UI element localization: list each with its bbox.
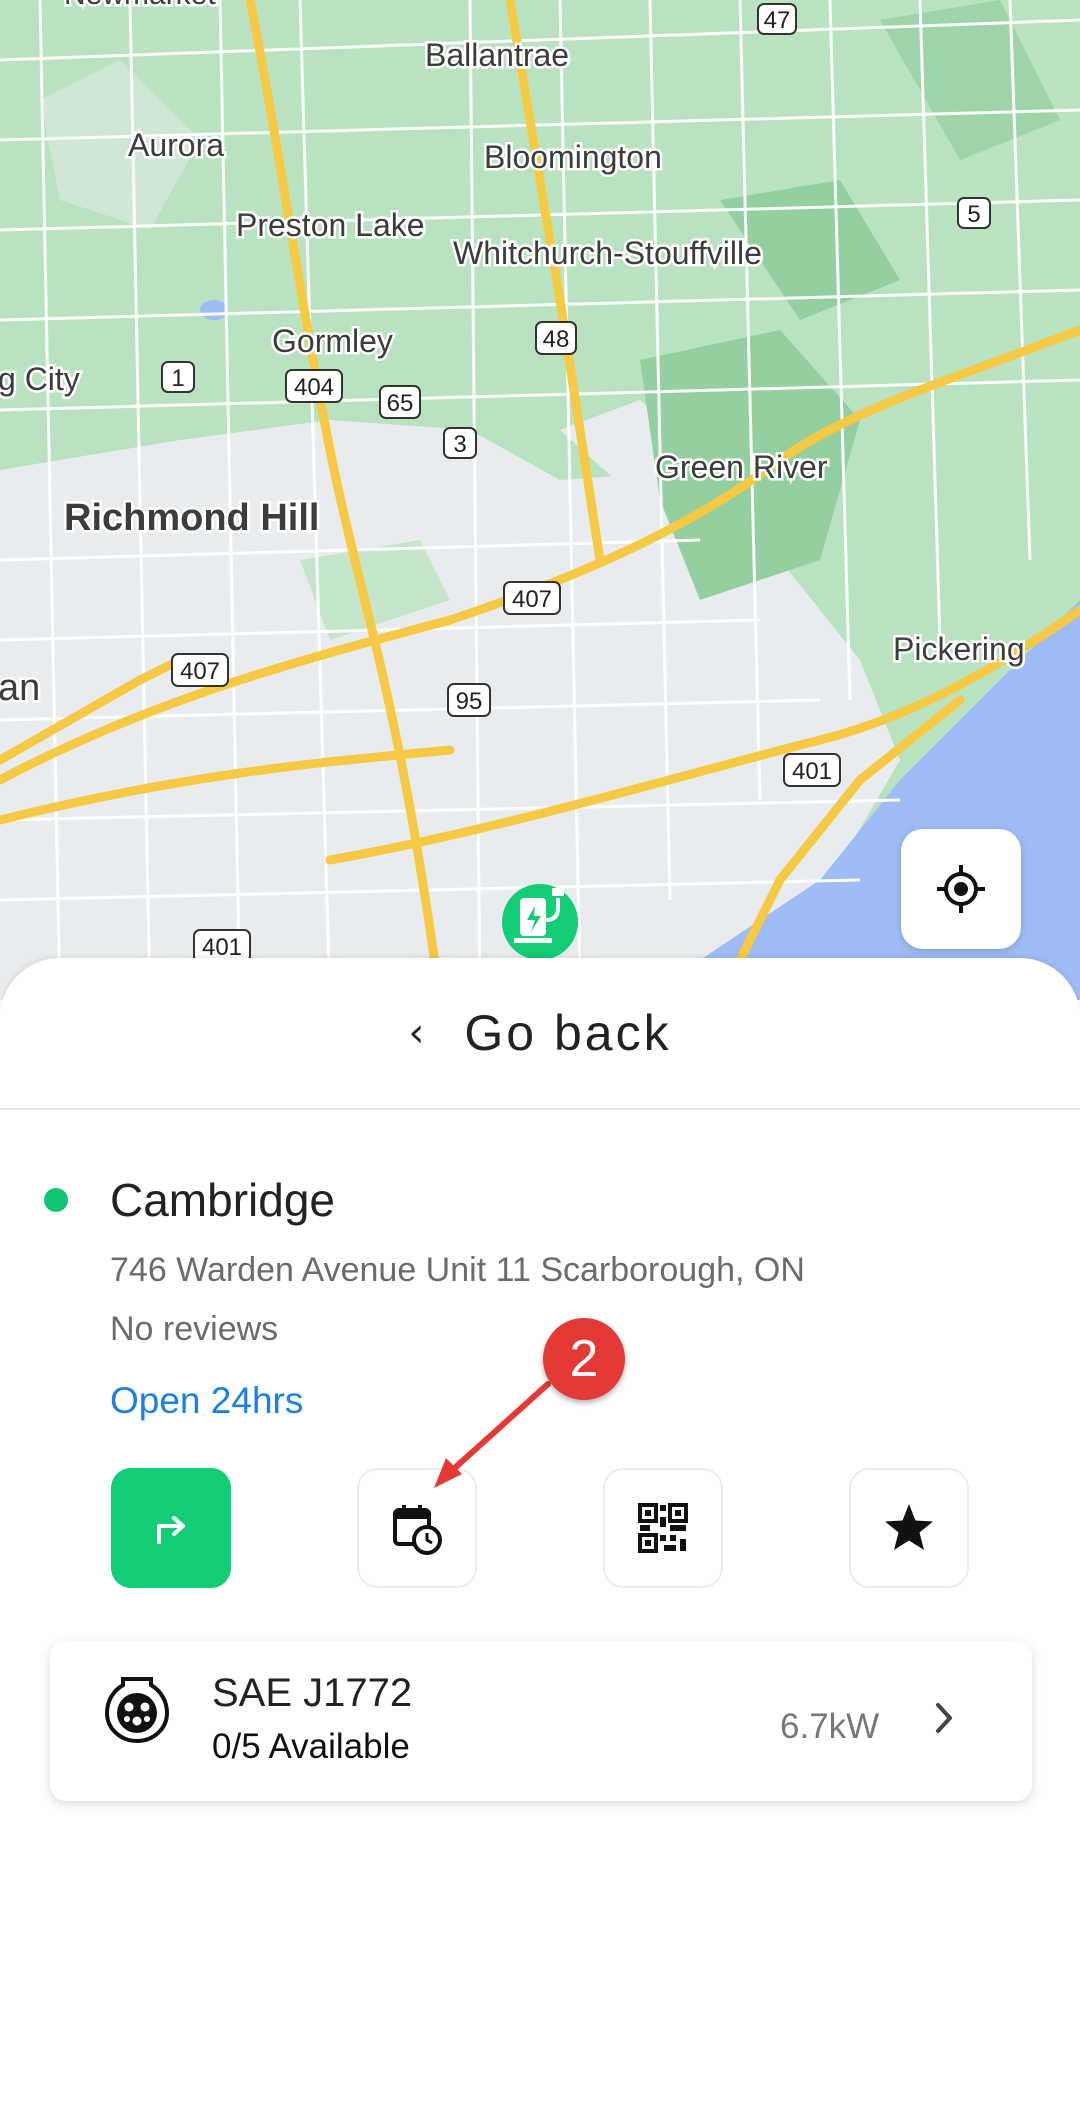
route-shield: 401 bbox=[783, 753, 841, 787]
place-label: Bloomington bbox=[484, 139, 662, 175]
crosshair-icon bbox=[937, 865, 985, 913]
station-reviews[interactable]: No reviews bbox=[110, 1310, 278, 1349]
station-name: Cambridge bbox=[110, 1174, 335, 1226]
route-shield: 65 bbox=[379, 385, 421, 419]
place-label: an bbox=[0, 667, 40, 709]
route-shield: 1 bbox=[161, 361, 195, 393]
connector-availability: 0/5 Available bbox=[212, 1727, 410, 1766]
my-location-button[interactable] bbox=[901, 829, 1021, 949]
divider bbox=[0, 1108, 1080, 1110]
place-label: Preston Lake bbox=[236, 207, 425, 243]
svg-text:5: 5 bbox=[967, 201, 980, 228]
svg-text:401: 401 bbox=[202, 934, 242, 961]
connector-type: SAE J1772 bbox=[212, 1671, 413, 1715]
place-label: Whitchurch-Stouffville bbox=[453, 235, 762, 271]
svg-text:3: 3 bbox=[453, 431, 466, 458]
route-shield: 95 bbox=[447, 683, 491, 717]
ev-charger-marker[interactable] bbox=[502, 884, 578, 960]
directions-button[interactable] bbox=[111, 1468, 231, 1588]
svg-text:95: 95 bbox=[456, 688, 483, 715]
svg-text:407: 407 bbox=[180, 658, 220, 685]
place-label: Gormley bbox=[272, 323, 393, 359]
status-dot bbox=[44, 1188, 68, 1212]
calendar-clock-icon bbox=[393, 1505, 442, 1555]
station-detail-sheet: ‹ Go back Cambridge 746 Warden Avenue Un… bbox=[0, 958, 1080, 2113]
svg-text:404: 404 bbox=[294, 374, 334, 401]
j1772-connector-icon bbox=[105, 1677, 169, 1744]
scan-qr-button[interactable] bbox=[603, 1468, 723, 1588]
connector-card[interactable]: SAE J1772 0/5 Available 6.7kW bbox=[50, 1641, 1032, 1801]
go-back-button[interactable]: ‹ Go back bbox=[0, 958, 1080, 1108]
place-label: Aurora bbox=[128, 127, 224, 163]
reserve-button[interactable] bbox=[357, 1468, 477, 1588]
qr-code-icon bbox=[638, 1503, 688, 1553]
route-shield: 3 bbox=[443, 427, 477, 459]
place-label: Richmond Hill bbox=[64, 497, 319, 539]
annotation-step-badge: 2 bbox=[543, 1318, 625, 1400]
route-shield: 47 bbox=[757, 3, 797, 35]
svg-text:407: 407 bbox=[512, 586, 552, 613]
route-shield: 407 bbox=[171, 653, 229, 687]
place-label: Newmarket bbox=[64, 0, 216, 11]
svg-text:65: 65 bbox=[387, 390, 414, 417]
route-shield: 407 bbox=[503, 581, 561, 615]
svg-text:1: 1 bbox=[171, 365, 184, 392]
route-shield: 404 bbox=[285, 369, 343, 403]
chevron-right-icon bbox=[936, 1703, 952, 1733]
svg-text:48: 48 bbox=[543, 326, 570, 353]
svg-text:401: 401 bbox=[792, 758, 832, 785]
favorite-button[interactable] bbox=[849, 1468, 969, 1588]
connector-power: 6.7kW bbox=[780, 1707, 880, 1746]
go-back-label: Go back bbox=[464, 1005, 672, 1061]
place-label: Ballantrae bbox=[425, 37, 569, 73]
place-label: g City bbox=[0, 361, 80, 397]
svg-text:47: 47 bbox=[764, 7, 791, 34]
place-label: Pickering bbox=[893, 631, 1025, 667]
route-shield: 48 bbox=[535, 321, 577, 355]
star-icon bbox=[885, 1504, 933, 1550]
station-hours[interactable]: Open 24hrs bbox=[110, 1380, 303, 1422]
station-address: 746 Warden Avenue Unit 11 Scarborough, O… bbox=[110, 1251, 805, 1289]
chevron-left-icon: ‹ bbox=[408, 1010, 425, 1056]
place-label: Green River bbox=[655, 449, 828, 485]
directions-icon bbox=[157, 1516, 185, 1544]
route-shield: 5 bbox=[957, 197, 991, 229]
